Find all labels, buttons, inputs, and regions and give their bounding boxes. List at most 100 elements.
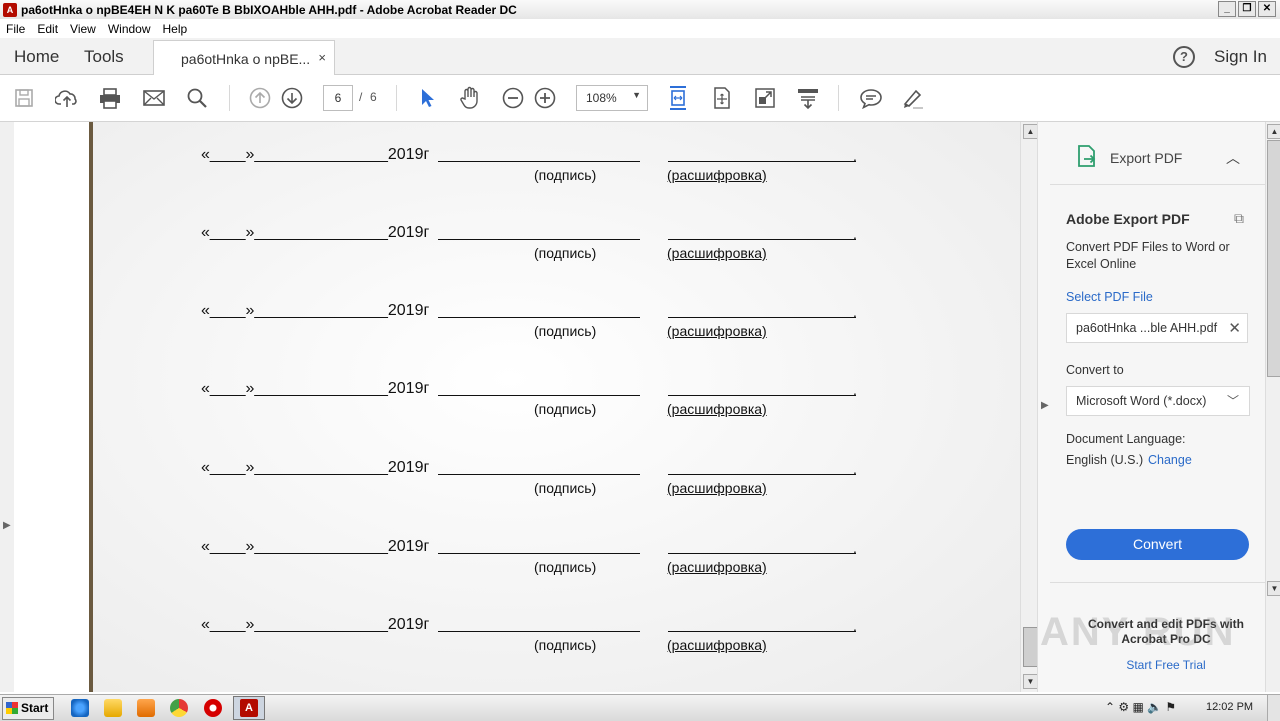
start-free-trial-link[interactable]: Start Free Trial	[1086, 658, 1246, 672]
print-icon[interactable]	[97, 85, 123, 111]
document-language-value: English (U.S.)	[1066, 453, 1144, 467]
save-icon[interactable]	[11, 85, 37, 111]
search-icon[interactable]	[184, 85, 210, 111]
select-arrow-icon[interactable]	[414, 85, 440, 111]
internet-explorer-icon[interactable]	[71, 699, 89, 717]
tab-home[interactable]: Home	[14, 47, 59, 67]
line-dot: .	[853, 382, 857, 398]
convert-button[interactable]: Convert	[1066, 529, 1249, 560]
signature-caption: (подпись)	[534, 559, 597, 575]
menu-view[interactable]: View	[64, 22, 102, 36]
collapse-right-arrow-icon[interactable]: ▶	[1041, 400, 1049, 411]
panel-divider	[1050, 582, 1265, 583]
page-up-icon[interactable]	[247, 85, 273, 111]
date-field: «____»_______________2019г	[201, 302, 430, 319]
scroll-up-arrow-icon[interactable]: ▲	[1023, 124, 1038, 139]
toolbar-separator	[838, 85, 839, 111]
zoom-value: 108%	[586, 91, 617, 105]
export-pdf-title: Export PDF	[1110, 150, 1183, 166]
folder-icon[interactable]	[104, 699, 122, 717]
acrobat-taskbar-button[interactable]: A	[233, 696, 265, 720]
read-mode-icon[interactable]	[795, 85, 821, 111]
name-caption: (расшифровка)	[667, 637, 767, 653]
chevron-up-icon[interactable]: ︿	[1226, 148, 1240, 168]
signature-caption: (подпись)	[534, 245, 597, 261]
remove-file-icon[interactable]: ✕	[1228, 319, 1241, 337]
scroll-down-arrow-icon[interactable]: ▼	[1267, 581, 1280, 596]
menu-help[interactable]: Help	[157, 22, 194, 36]
date-field: «____»_______________2019г	[201, 616, 430, 633]
format-value: Microsoft Word (*.docx)	[1076, 394, 1207, 408]
chrome-icon[interactable]	[170, 699, 188, 717]
hand-icon[interactable]	[457, 85, 483, 111]
panel-scrollbar[interactable]: ▲ ▼	[1265, 122, 1280, 692]
change-language-link[interactable]: Change	[1148, 453, 1192, 467]
page-down-icon[interactable]	[279, 85, 305, 111]
document-viewport[interactable]: «____»_______________2019г . (подпись) (…	[14, 122, 1020, 692]
window-title: pa6otHnka o npBE4EH N K pa60Te B BbIXOAH…	[21, 2, 517, 17]
close-window-button[interactable]: ✕	[1258, 1, 1276, 17]
name-caption: (расшифровка)	[667, 401, 767, 417]
copy-icon[interactable]: ⧉	[1234, 210, 1244, 227]
full-screen-icon[interactable]	[752, 85, 778, 111]
scroll-thumb[interactable]	[1267, 140, 1280, 377]
name-line	[668, 553, 856, 554]
signature-row: «____»_______________2019г . (подпись) (…	[93, 356, 1020, 417]
zoom-select[interactable]: 108% ▼	[576, 85, 648, 111]
select-pdf-file-link[interactable]: Select PDF File	[1066, 290, 1153, 304]
page-total: 6	[370, 90, 377, 104]
chevron-down-icon: ▼	[632, 90, 641, 100]
comment-icon[interactable]	[858, 85, 884, 111]
media-player-icon[interactable]	[137, 699, 155, 717]
date-field: «____»_______________2019г	[201, 224, 430, 241]
upload-cloud-icon[interactable]	[54, 85, 80, 111]
date-field: «____»_______________2019г	[201, 380, 430, 397]
scroll-down-arrow-icon[interactable]: ▼	[1023, 674, 1038, 689]
start-button[interactable]: Start	[2, 697, 54, 720]
sign-in-link[interactable]: Sign In	[1214, 47, 1267, 67]
left-panel-toggle[interactable]: ▶	[0, 122, 14, 692]
signature-row: «____»_______________2019г . (подпись) (…	[93, 514, 1020, 575]
maximize-button[interactable]: ❐	[1238, 1, 1256, 17]
document-scrollbar[interactable]: ▲ ▼	[1020, 122, 1038, 692]
name-line	[668, 395, 856, 396]
help-icon[interactable]: ?	[1173, 46, 1195, 68]
signature-caption: (подпись)	[534, 323, 597, 339]
chevron-down-icon: ﹀	[1226, 394, 1239, 408]
opera-icon[interactable]	[204, 699, 222, 717]
menu-edit[interactable]: Edit	[31, 22, 64, 36]
email-icon[interactable]	[141, 85, 167, 111]
taskbar-clock[interactable]: 12:02 PM	[1206, 701, 1253, 713]
toolbar-separator	[229, 85, 230, 111]
scroll-thumb[interactable]	[1023, 627, 1038, 667]
zoom-in-icon[interactable]	[532, 85, 558, 111]
tab-tools[interactable]: Tools	[84, 47, 124, 67]
menu-window[interactable]: Window	[102, 22, 157, 36]
format-dropdown[interactable]: Microsoft Word (*.docx) ﹀	[1066, 386, 1250, 416]
fit-width-icon[interactable]	[665, 85, 691, 111]
selected-file-field[interactable]: pa6otHnka ...ble AHH.pdf ✕	[1066, 313, 1248, 343]
signature-row: «____»_______________2019г . (подпись) (…	[93, 278, 1020, 339]
date-field: «____»_______________2019г	[201, 459, 430, 476]
export-pdf-header[interactable]: Export PDF ︿	[1050, 122, 1265, 185]
signature-row: «____»_______________2019г . (подпись) (…	[93, 122, 1020, 183]
highlight-pen-icon[interactable]	[900, 85, 926, 111]
convert-to-label: Convert to	[1066, 363, 1124, 377]
name-caption: (расшифровка)	[667, 559, 767, 575]
signature-line	[438, 161, 640, 162]
scroll-mode-icon[interactable]	[709, 85, 735, 111]
system-tray-icons[interactable]: ⌃ ⚙ ▦ 🔈 ⚑	[1105, 700, 1176, 714]
name-caption: (расшифровка)	[667, 323, 767, 339]
signature-line	[438, 317, 640, 318]
tab-document[interactable]: pa6otHnka o npBE... ×	[153, 40, 335, 75]
close-tab-icon[interactable]: ×	[318, 50, 326, 65]
scroll-up-arrow-icon[interactable]: ▲	[1267, 124, 1280, 139]
zoom-out-icon[interactable]	[500, 85, 526, 111]
signature-caption: (подпись)	[534, 401, 597, 417]
minimize-button[interactable]: _	[1218, 1, 1236, 17]
page-number-input[interactable]: 6	[323, 85, 353, 111]
menu-file[interactable]: File	[0, 22, 31, 36]
date-field: «____»_______________2019г	[201, 538, 430, 555]
panel-splitter[interactable]: ▶	[1037, 122, 1051, 692]
show-desktop-button[interactable]	[1267, 695, 1280, 721]
